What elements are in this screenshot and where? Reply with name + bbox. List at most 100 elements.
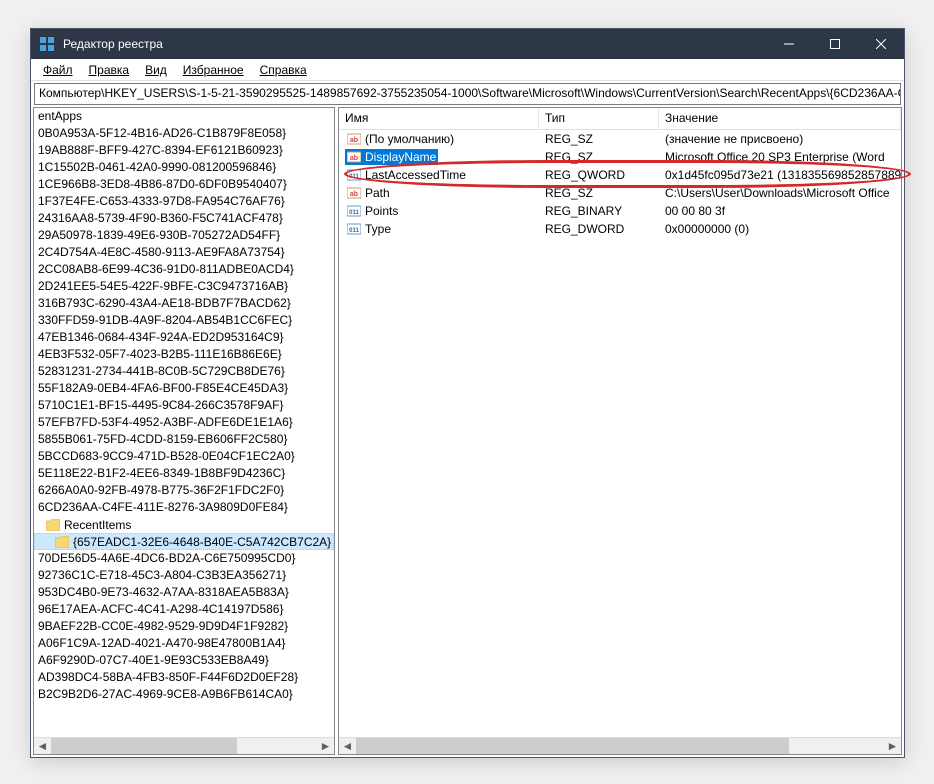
tree-item[interactable]: 316B793C-6290-43A4-AE18-BDB7F7BACD62} xyxy=(34,295,334,312)
scroll-left-icon[interactable]: ◄ xyxy=(339,738,356,755)
scroll-thumb[interactable] xyxy=(51,738,237,755)
string-value-icon: ab xyxy=(347,132,361,146)
address-bar[interactable]: Компьютер\HKEY_USERS\S-1-5-21-3590295525… xyxy=(34,83,901,105)
tree-item[interactable]: 1C15502B-0461-42A0-9990-081200596846} xyxy=(34,159,334,176)
tree-item[interactable]: 953DC4B0-9E73-4632-A7AA-8318AEA5B83A} xyxy=(34,584,334,601)
tree-item[interactable]: 2D241EE5-54E5-422F-9BFE-C3C9473716AB} xyxy=(34,278,334,295)
tree-panel: entApps0B0A953A-5F12-4B16-AD26-C1B879F8E… xyxy=(33,107,335,755)
menu-help[interactable]: Справка xyxy=(252,61,315,79)
tree-item[interactable]: 57EFB7FD-53F4-4952-A3BF-ADFE6DE1E1A6} xyxy=(34,414,334,431)
menu-view[interactable]: Вид xyxy=(137,61,175,79)
minimize-button[interactable] xyxy=(766,29,812,59)
list-hscrollbar[interactable]: ◄ ► xyxy=(339,737,901,754)
tree-item[interactable]: 6CD236AA-C4FE-411E-8276-3A9809D0FE84} xyxy=(34,499,334,516)
value-data: Microsoft Office 20 SP3 Enterprise (Word xyxy=(659,149,901,165)
tree-item[interactable]: 70DE56D5-4A6E-4DC6-BD2A-C6E750995CD0} xyxy=(34,550,334,567)
menu-file[interactable]: Файл xyxy=(35,61,81,79)
list-panel: Имя Тип Значение ab(По умолчанию)REG_SZ(… xyxy=(338,107,902,755)
value-type: REG_BINARY xyxy=(539,203,659,219)
tree-item[interactable]: 1F37E4FE-C653-4333-97D8-FA954C76AF76} xyxy=(34,193,334,210)
folder-icon xyxy=(46,519,60,531)
tree-item[interactable]: 19AB888F-BFF9-427C-8394-EF6121B60923} xyxy=(34,142,334,159)
tree-item[interactable]: 5BCCD683-9CC9-471D-B528-0E04CF1EC2A0} xyxy=(34,448,334,465)
tree-item[interactable]: 92736C1C-E718-45C3-A804-C3B3EA356271} xyxy=(34,567,334,584)
maximize-button[interactable] xyxy=(812,29,858,59)
tree-item[interactable]: 24316AA8-5739-4F90-B360-F5C741ACF478} xyxy=(34,210,334,227)
svg-text:011: 011 xyxy=(349,174,359,180)
scroll-right-icon[interactable]: ► xyxy=(884,738,901,755)
binary-value-icon: 011 xyxy=(347,222,361,236)
tree-item[interactable]: A06F1C9A-12AD-4021-A470-98E47800B1A4} xyxy=(34,635,334,652)
menu-edit[interactable]: Правка xyxy=(81,61,138,79)
svg-text:ab: ab xyxy=(350,137,358,144)
value-type: REG_SZ xyxy=(539,131,659,147)
svg-text:011: 011 xyxy=(349,210,359,216)
value-data: (значение не присвоено) xyxy=(659,131,901,147)
tree-item[interactable]: 6266A0A0-92FB-4978-B775-36F2F1FDC2F0} xyxy=(34,482,334,499)
tree-item[interactable]: 330FFD59-91DB-4A9F-8204-AB54B1CC6FEC} xyxy=(34,312,334,329)
list-row[interactable]: 011 LastAccessedTime REG_QWORD0x1d45fc095d… xyxy=(339,166,901,184)
tree-folder-selected[interactable]: {657EADC1-32E6-4648-B40E-C5A742CB7C2A} xyxy=(34,533,334,550)
value-data: 0x00000000 (0) xyxy=(659,221,901,237)
value-type: REG_SZ xyxy=(539,185,659,201)
content-area: entApps0B0A953A-5F12-4B16-AD26-C1B879F8E… xyxy=(31,107,904,757)
value-name: Points xyxy=(365,204,398,218)
tree-item[interactable]: 5E118E22-B1F2-4EE6-8349-1B8BF9D4236C} xyxy=(34,465,334,482)
window-title: Редактор реестра xyxy=(63,37,766,51)
list-row[interactable]: ab Path REG_SZC:\Users\User\Downloads\Micr… xyxy=(339,184,901,202)
tree-item[interactable]: 2C4D754A-4E8C-4580-9113-AE9FA8A73754} xyxy=(34,244,334,261)
list-row[interactable]: ab DisplayName REG_SZMicrosoft Office 20 S… xyxy=(339,148,901,166)
svg-text:ab: ab xyxy=(350,155,358,162)
col-header-type[interactable]: Тип xyxy=(539,108,659,129)
tree-item[interactable]: 1CE966B8-3ED8-4B86-87D0-6DF0B9540407} xyxy=(34,176,334,193)
tree-item[interactable]: B2C9B2D6-27AC-4969-9CE8-A9B6FB614CA0} xyxy=(34,686,334,703)
tree-folder-recentitems[interactable]: RecentItems xyxy=(34,516,334,533)
list-row[interactable]: 011 Type REG_DWORD0x00000000 (0) xyxy=(339,220,901,238)
close-button[interactable] xyxy=(858,29,904,59)
tree-item[interactable]: 29A50978-1839-49E6-930B-705272AD54FF} xyxy=(34,227,334,244)
scroll-thumb[interactable] xyxy=(356,738,789,755)
tree-item[interactable]: A6F9290D-07C7-40E1-9E93C533EB8A49} xyxy=(34,652,334,669)
svg-text:011: 011 xyxy=(349,228,359,234)
col-header-name[interactable]: Имя xyxy=(339,108,539,129)
tree-item[interactable]: AD398DC4-58BA-4FB3-850F-F44F6D2D0EF28} xyxy=(34,669,334,686)
tree-item[interactable]: 52831231-2734-441B-8C0B-5C729CB8DE76} xyxy=(34,363,334,380)
binary-value-icon: 011 xyxy=(347,168,361,182)
scroll-right-icon[interactable]: ► xyxy=(317,738,334,755)
tree-item[interactable]: 96E17AEA-ACFC-4C41-A298-4C14197D586} xyxy=(34,601,334,618)
menu-favorites[interactable]: Избранное xyxy=(175,61,252,79)
tree-item[interactable]: 9BAEF22B-CC0E-4982-9529-9D9D4F1F9282} xyxy=(34,618,334,635)
binary-value-icon: 011 xyxy=(347,204,361,218)
registry-editor-window: Редактор реестра Файл Правка Вид Избранн… xyxy=(30,28,905,758)
value-name: Path xyxy=(365,186,390,200)
tree-item[interactable]: entApps xyxy=(34,108,334,125)
svg-text:ab: ab xyxy=(350,191,358,198)
value-name: Type xyxy=(365,222,391,236)
tree-body[interactable]: entApps0B0A953A-5F12-4B16-AD26-C1B879F8E… xyxy=(34,108,334,737)
tree-item[interactable]: 5710C1E1-BF15-4495-9C84-266C3578F9AF} xyxy=(34,397,334,414)
value-data: 0x1d45fc095d73e21 (131835569852857889) xyxy=(659,167,901,183)
tree-item[interactable]: 55F182A9-0EB4-4FA6-BF00-F85E4CE45DA3} xyxy=(34,380,334,397)
value-type: REG_SZ xyxy=(539,149,659,165)
list-body[interactable]: ab(По умолчанию)REG_SZ(значение не присв… xyxy=(339,130,901,737)
list-header: Имя Тип Значение xyxy=(339,108,901,130)
col-header-value[interactable]: Значение xyxy=(659,108,901,129)
value-data: 00 00 80 3f xyxy=(659,203,901,219)
list-row[interactable]: 011 Points REG_BINARY00 00 80 3f xyxy=(339,202,901,220)
value-name: DisplayName xyxy=(365,150,436,164)
value-name: LastAccessedTime xyxy=(365,168,466,182)
value-type: REG_DWORD xyxy=(539,221,659,237)
value-type: REG_QWORD xyxy=(539,167,659,183)
menubar: Файл Правка Вид Избранное Справка xyxy=(31,59,904,81)
tree-item[interactable]: 5855B061-75FD-4CDD-8159-EB606FF2C580} xyxy=(34,431,334,448)
value-data: C:\Users\User\Downloads\Microsoft Office xyxy=(659,185,901,201)
tree-item[interactable]: 4EB3F532-05F7-4023-B2B5-111E16B86E6E} xyxy=(34,346,334,363)
scroll-left-icon[interactable]: ◄ xyxy=(34,738,51,755)
value-name: (По умолчанию) xyxy=(365,132,454,146)
tree-item[interactable]: 47EB1346-0684-434F-924A-ED2D953164C9} xyxy=(34,329,334,346)
tree-item[interactable]: 2CC08AB8-6E99-4C36-91D0-811ADBE0ACD4} xyxy=(34,261,334,278)
tree-hscrollbar[interactable]: ◄ ► xyxy=(34,737,334,754)
list-row[interactable]: ab (По умолчанию) REG_SZ(значение не присв… xyxy=(339,130,901,148)
tree-item[interactable]: 0B0A953A-5F12-4B16-AD26-C1B879F8E058} xyxy=(34,125,334,142)
titlebar[interactable]: Редактор реестра xyxy=(31,29,904,59)
